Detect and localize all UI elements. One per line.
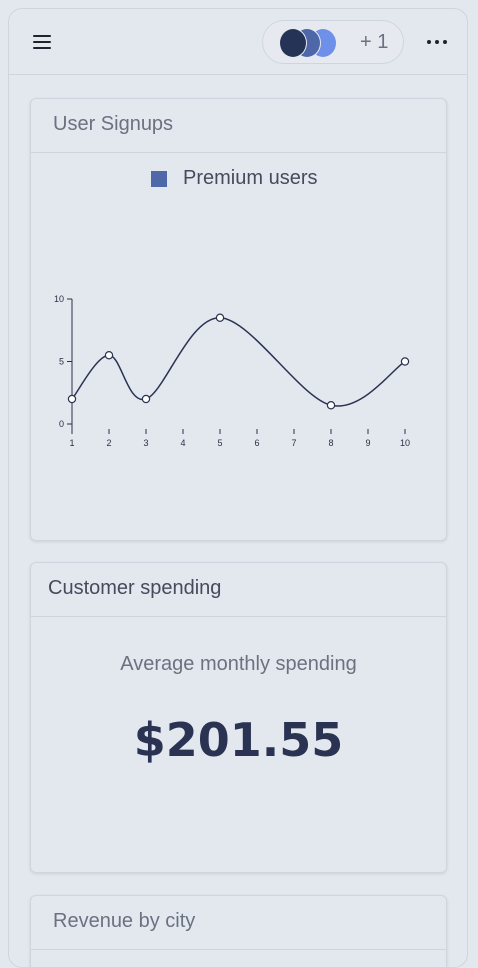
top-bar: + 1 — [9, 9, 467, 75]
spending-subtitle: Average monthly spending — [120, 653, 357, 675]
user-signups-card: User Signups Premium users 0 5 10 1 2 3 4 5 6 7 8 9… — [30, 98, 447, 541]
x-tick-label: 4 — [180, 438, 185, 448]
card-title: Customer spending — [48, 577, 222, 599]
data-point — [326, 401, 336, 410]
hamburger-menu-icon[interactable] — [31, 31, 55, 53]
x-tick-label: 7 — [291, 438, 296, 448]
data-point — [400, 357, 410, 366]
x-tick-label: 9 — [365, 438, 370, 448]
card-title: Revenue by city — [53, 910, 196, 932]
x-tick-label: 8 — [328, 438, 333, 448]
y-tick-label: 5 — [59, 357, 64, 367]
y-tick-label: 10 — [54, 294, 64, 304]
more-horizontal-icon[interactable] — [425, 33, 449, 51]
avatar-overflow-count[interactable]: + 1 — [360, 31, 388, 54]
avatar-group[interactable]: + 1 — [262, 20, 404, 64]
data-point — [67, 394, 77, 404]
signups-line-chart: 0 5 10 1 2 3 4 5 6 7 8 9 10 — [54, 294, 410, 448]
x-tick-label: 5 — [217, 438, 222, 448]
data-point — [141, 394, 151, 404]
card-header: Customer spending — [31, 563, 446, 617]
y-tick-label: 0 — [59, 419, 64, 429]
x-tick-label: 1 — [69, 438, 74, 448]
x-tick-label: 10 — [400, 438, 410, 448]
app-frame: + 1 User Signups Premium users 0 5 10 1 2 3 4 5… — [8, 8, 468, 968]
customer-spending-card: Customer spending Average monthly spendi… — [30, 562, 447, 873]
revenue-by-city-card: Revenue by city — [30, 895, 447, 967]
data-point — [215, 313, 225, 322]
x-tick-label: 3 — [143, 438, 148, 448]
data-point — [104, 351, 114, 360]
card-header: Revenue by city — [31, 896, 446, 950]
series-line — [71, 316, 406, 407]
spending-value: $201.55 — [133, 713, 344, 767]
x-tick-label: 2 — [106, 438, 111, 448]
x-tick-label: 6 — [254, 438, 259, 448]
avatar[interactable] — [279, 28, 307, 58]
